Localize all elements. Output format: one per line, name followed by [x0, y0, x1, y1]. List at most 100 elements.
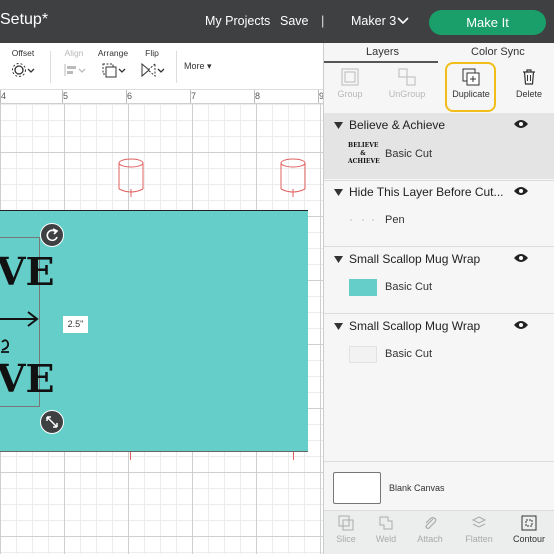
- slice-button[interactable]: Slice: [333, 515, 359, 544]
- delete-button[interactable]: Delete: [513, 63, 545, 99]
- blank-canvas-swatch[interactable]: [333, 472, 381, 504]
- slice-icon: [338, 515, 354, 531]
- mug-outline-icon: [118, 158, 144, 197]
- ungroup-icon: [398, 68, 416, 86]
- weld-label: Weld: [375, 534, 397, 544]
- ungroup-button[interactable]: UnGroup: [386, 63, 428, 99]
- layer-name: Hide This Layer Before Cut...: [349, 185, 504, 199]
- resize-handle[interactable]: [40, 410, 64, 434]
- layer-operation: Basic Cut: [385, 148, 433, 160]
- group-label: Group: [337, 89, 363, 99]
- group-icon: [341, 68, 359, 86]
- project-title: Setup*: [0, 11, 49, 28]
- caret-down-icon[interactable]: [334, 189, 343, 196]
- ruler-mark: 5: [63, 91, 69, 101]
- layer-color-swatch[interactable]: [349, 346, 377, 363]
- caret-down-icon: ▾: [207, 61, 212, 71]
- panel-tabs: Layers Color Sync: [324, 43, 554, 63]
- my-projects-link[interactable]: My Projects: [205, 14, 270, 28]
- more-menu[interactable]: More ▾: [184, 61, 212, 72]
- arrange-icon: [102, 63, 126, 78]
- arrow-art: [0, 311, 39, 327]
- tab-layers[interactable]: Layers: [366, 46, 399, 58]
- chevron-down-icon[interactable]: [397, 16, 409, 26]
- flip-label: Flip: [145, 48, 159, 58]
- more-label: More: [184, 61, 205, 71]
- dimension-label: 2.5": [63, 316, 88, 333]
- flatten-label: Flatten: [465, 534, 493, 544]
- caret-down-icon[interactable]: [334, 122, 343, 129]
- align-tool[interactable]: Align: [61, 48, 87, 78]
- align-label: Align: [64, 48, 84, 58]
- design-text-top: VE: [0, 249, 55, 294]
- layer-name: Small Scallop Mug Wrap: [349, 319, 481, 333]
- weld-icon: [379, 516, 393, 530]
- machine-selector[interactable]: Maker 3: [351, 14, 396, 28]
- design-text-bottom: VE: [0, 356, 55, 401]
- guide-line: [130, 452, 131, 460]
- blank-canvas-row[interactable]: Blank Canvas: [324, 461, 554, 510]
- layer-thumbnail: BELIEVE & ACHIEVE: [348, 142, 380, 165]
- layer-name: Believe & Achieve: [349, 118, 446, 132]
- rotate-icon: [46, 228, 59, 242]
- layers-panel: Layers Color Sync Group UnGroup Duplicat…: [323, 43, 554, 554]
- top-ruler: 4 5 6 7 8 9: [0, 89, 324, 104]
- slice-label: Slice: [336, 534, 356, 544]
- attach-label: Attach: [417, 534, 443, 544]
- offset-label: Offset: [11, 48, 35, 58]
- ruler-mark: 8: [255, 91, 261, 101]
- app-root: Setup* My Projects Save | Maker 3 Make I…: [0, 0, 554, 554]
- top-bar: Setup* My Projects Save | Maker 3 Make I…: [0, 0, 554, 43]
- attach-button[interactable]: Attach: [415, 515, 445, 544]
- layer-actions: Group UnGroup Duplicate Delete: [324, 63, 554, 113]
- flip-tool[interactable]: Flip: [138, 48, 166, 78]
- contour-label: Contour: [512, 534, 546, 544]
- align-icon: [64, 64, 86, 76]
- layer-operation: Basic Cut: [385, 348, 433, 360]
- mug-outline-icon: [280, 158, 306, 197]
- weld-button[interactable]: Weld: [373, 515, 399, 544]
- tab-color-sync[interactable]: Color Sync: [471, 46, 525, 58]
- layer-header[interactable]: Believe & Achieve: [324, 113, 554, 139]
- resize-icon: [46, 416, 58, 428]
- layer-operation-row[interactable]: Basic Cut: [324, 270, 554, 306]
- layer-operation-row[interactable]: Pen: [324, 203, 554, 239]
- eye-icon[interactable]: [514, 253, 528, 263]
- layer-operation: Basic Cut: [385, 281, 433, 293]
- contour-button[interactable]: Contour: [511, 515, 547, 544]
- eye-icon[interactable]: [514, 186, 528, 196]
- flip-icon: [141, 62, 165, 78]
- layer-name: Small Scallop Mug Wrap: [349, 252, 481, 266]
- caret-down-icon[interactable]: [334, 256, 343, 263]
- layer-operation-row[interactable]: BELIEVE & ACHIEVE Basic Cut: [324, 137, 554, 173]
- ampersand-art: [1, 339, 10, 353]
- layer-operation-row[interactable]: Basic Cut: [324, 337, 554, 373]
- contour-icon: [521, 515, 537, 531]
- layer-operation: Pen: [385, 214, 405, 226]
- make-it-button[interactable]: Make It: [429, 10, 546, 35]
- flatten-button[interactable]: Flatten: [463, 515, 495, 544]
- caret-down-icon[interactable]: [334, 323, 343, 330]
- header-separator: |: [321, 13, 325, 28]
- edit-toolbar: Offset Align Arrange Flip More ▾: [0, 43, 323, 90]
- ruler-mark: 4: [1, 91, 7, 101]
- rotate-handle[interactable]: [40, 223, 64, 247]
- offset-tool[interactable]: Offset: [10, 48, 36, 78]
- delete-label: Delete: [515, 89, 542, 99]
- duplicate-highlight: [445, 62, 496, 112]
- arrange-label: Arrange: [97, 48, 129, 58]
- flatten-icon: [471, 516, 487, 528]
- eye-icon[interactable]: [514, 119, 528, 129]
- save-link[interactable]: Save: [280, 14, 309, 28]
- paperclip-icon: [425, 517, 437, 529]
- ruler-mark: 6: [127, 91, 133, 101]
- group-button[interactable]: Group: [334, 63, 366, 99]
- ruler-mark: 7: [191, 91, 197, 101]
- arrange-tool[interactable]: Arrange: [96, 48, 130, 78]
- pen-layer-thumbnail: [350, 219, 374, 221]
- bottom-toolbar: Slice Weld Attach Flatten Contour: [324, 510, 554, 554]
- eye-icon[interactable]: [514, 320, 528, 330]
- layer-color-swatch[interactable]: [349, 279, 377, 296]
- guide-line: [293, 452, 294, 460]
- blank-canvas-label: Blank Canvas: [389, 483, 445, 493]
